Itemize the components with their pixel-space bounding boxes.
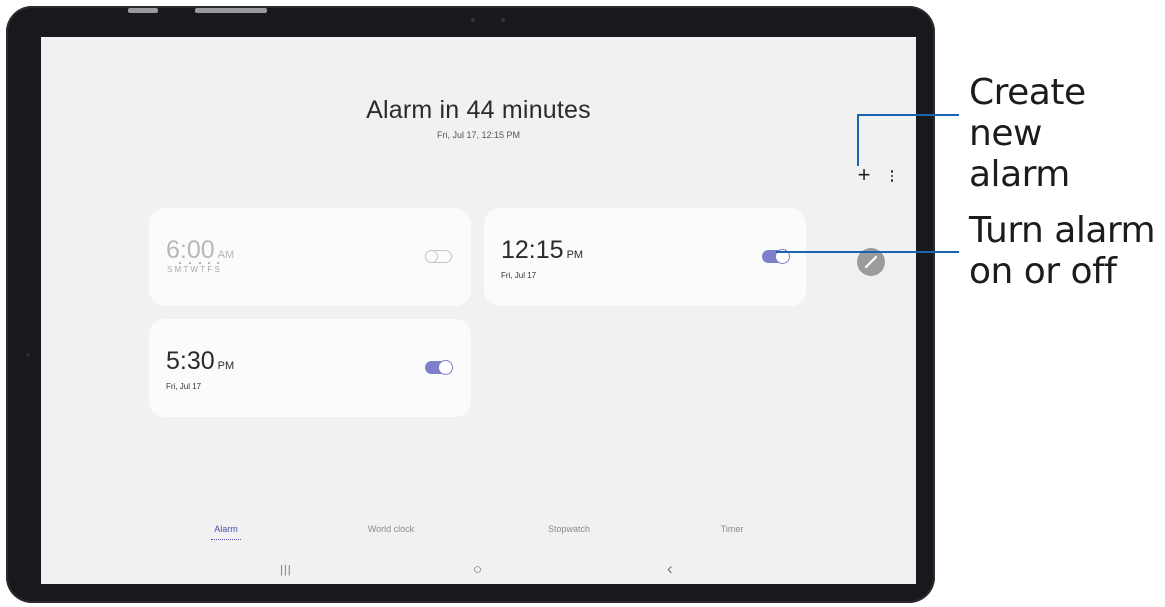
add-alarm-button[interactable]: +: [854, 164, 874, 186]
next-alarm-datetime: Fri, Jul 17, 12:15 PM: [436, 130, 521, 140]
callout-line-add: [857, 114, 859, 166]
tablet-frame: Alarm in 44 minutes Fri, Jul 17, 12:15 P…: [6, 6, 935, 603]
active-tab-indicator: [211, 539, 241, 540]
next-alarm-title: Alarm in 44 minutes: [366, 96, 591, 124]
plus-icon: +: [857, 162, 871, 187]
hardware-button: [195, 8, 267, 13]
sensor-dot: [501, 18, 505, 22]
callout-create-alarm: Create new alarm: [969, 72, 1086, 195]
more-options-button[interactable]: [886, 168, 898, 184]
alarm-toggle[interactable]: [425, 360, 453, 375]
alarm-repeat-days: SMTWTFS: [167, 262, 222, 274]
alarm-date: Fri, Jul 17: [501, 271, 537, 280]
clock-app-screen: Alarm in 44 minutes Fri, Jul 17, 12:15 P…: [41, 37, 916, 584]
recents-icon: |||: [280, 564, 292, 576]
callout-toggle-alarm: Turn alarm on or off: [969, 210, 1156, 292]
tab-alarm[interactable]: Alarm: [181, 524, 271, 534]
back-button[interactable]: ‹: [667, 559, 673, 579]
alarm-time: 12:15 PM: [501, 236, 584, 264]
alarm-time: 5:30 PM: [166, 347, 235, 375]
camera-dot: [471, 18, 475, 22]
tab-timer[interactable]: Timer: [687, 524, 777, 534]
alarm-time: 6:00 AM: [166, 236, 235, 264]
alarm-date: Fri, Jul 17: [166, 382, 202, 391]
back-icon: ‹: [667, 559, 673, 578]
side-sensor: [26, 353, 30, 357]
tab-world-clock[interactable]: World clock: [346, 524, 436, 534]
tab-stopwatch[interactable]: Stopwatch: [524, 524, 614, 534]
callout-line-toggle: [776, 251, 959, 253]
home-button[interactable]: ○: [473, 561, 482, 578]
alarm-card[interactable]: 6:00 AM SMTWTFS: [149, 208, 471, 306]
alarm-card[interactable]: 5:30 PM Fri, Jul 17: [149, 319, 471, 417]
callout-line-add: [857, 114, 959, 116]
alarm-toggle[interactable]: [425, 250, 452, 263]
alarm-card[interactable]: 12:15 PM Fri, Jul 17: [484, 208, 806, 306]
home-icon: ○: [473, 561, 483, 578]
hardware-button: [128, 8, 158, 13]
more-vertical-icon: [886, 170, 898, 182]
recents-button[interactable]: |||: [280, 564, 292, 576]
